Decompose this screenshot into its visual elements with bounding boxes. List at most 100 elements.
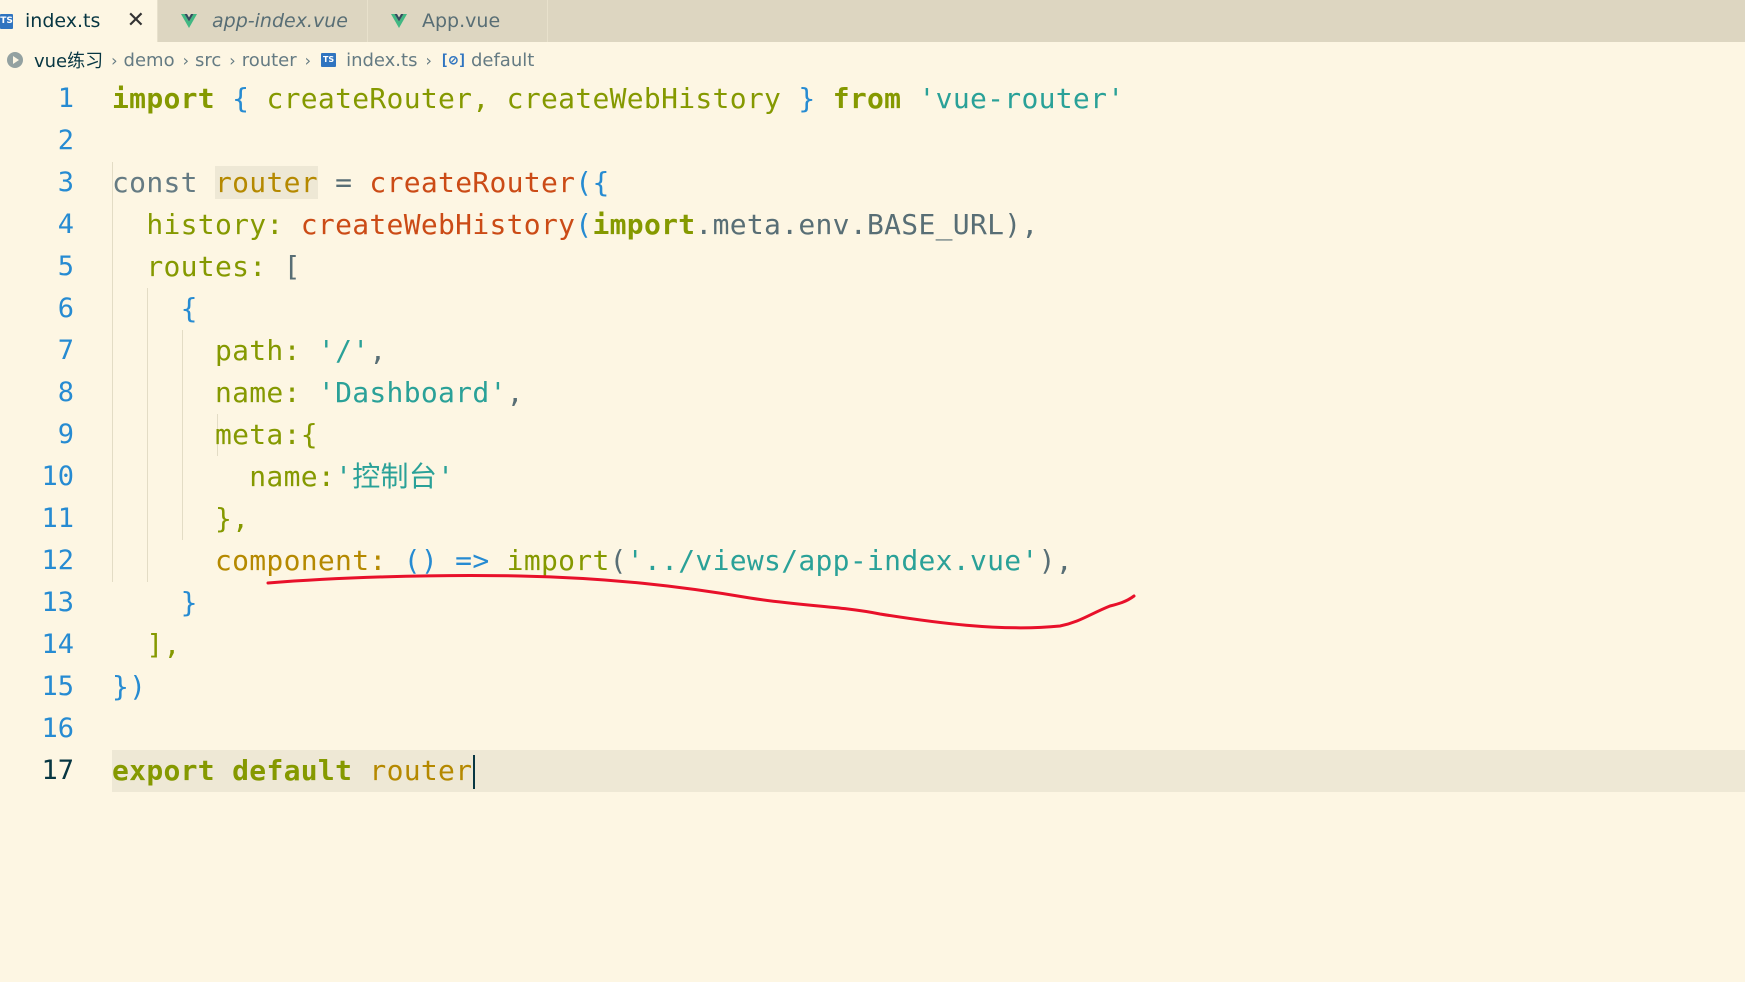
- property: name:: [249, 460, 336, 493]
- punctuation: ,: [506, 376, 524, 409]
- breadcrumb-item-router[interactable]: router: [242, 50, 297, 71]
- brace: ({: [575, 166, 610, 199]
- function-name: createWebHistory: [300, 208, 576, 241]
- symbol-variable-icon: [⊘]: [439, 51, 467, 69]
- identifier: .meta.env.BASE_URL),: [695, 208, 1039, 241]
- property: history:: [146, 208, 284, 241]
- string-literal: 'vue-router': [918, 82, 1125, 115]
- line-number[interactable]: 5: [0, 246, 74, 288]
- tab-label: App.vue: [422, 10, 501, 32]
- brace: }: [180, 586, 198, 619]
- code-line-9[interactable]: 9 meta:{: [0, 414, 1745, 456]
- line-number[interactable]: 2: [0, 120, 74, 162]
- ts-file-icon: TS: [321, 53, 337, 67]
- keyword: import: [506, 544, 610, 577]
- line-number[interactable]: 3: [0, 162, 74, 204]
- code-line-1[interactable]: 1 import { createRouter, createWebHistor…: [0, 78, 1745, 120]
- identifier: createRouter, createWebHistory: [249, 82, 799, 115]
- code-line-5[interactable]: 5 routes: [: [0, 246, 1745, 288]
- tab-label: index.ts: [25, 10, 101, 32]
- brace: }: [798, 82, 816, 115]
- line-number[interactable]: 13: [0, 582, 74, 624]
- line-number[interactable]: 10: [0, 456, 74, 498]
- ts-file-icon: TS: [0, 13, 13, 29]
- brace: }): [112, 670, 147, 703]
- vue-file-icon: [181, 14, 197, 28]
- text-cursor: [473, 755, 476, 789]
- code-line-8[interactable]: 8 name: 'Dashboard',: [0, 372, 1745, 414]
- breadcrumb: vue练习 › demo › src › router › TS index.t…: [0, 42, 1745, 78]
- code-line-11[interactable]: 11 },: [0, 498, 1745, 540]
- line-number[interactable]: 7: [0, 330, 74, 372]
- line-number-current[interactable]: 17: [0, 750, 74, 792]
- chevron-right-icon: ›: [304, 50, 312, 70]
- property: component:: [214, 544, 387, 577]
- code-line-14[interactable]: 14 ],: [0, 624, 1745, 666]
- brace: },: [214, 502, 250, 535]
- keyword: import: [592, 208, 696, 241]
- code-line-16[interactable]: 16: [0, 708, 1745, 750]
- line-number[interactable]: 6: [0, 288, 74, 330]
- breadcrumb-item-symbol[interactable]: default: [471, 50, 534, 71]
- code-editor[interactable]: 1 import { createRouter, createWebHistor…: [0, 78, 1745, 982]
- code-line-7[interactable]: 7 path: '/',: [0, 330, 1745, 372]
- line-number[interactable]: 11: [0, 498, 74, 540]
- code-line-15[interactable]: 15 }): [0, 666, 1745, 708]
- tab-app-vue[interactable]: App.vue: [368, 0, 548, 42]
- tab-app-index-vue[interactable]: app-index.vue: [158, 0, 368, 42]
- brace: {: [180, 292, 198, 325]
- close-icon[interactable]: ✕: [127, 8, 145, 33]
- tab-label: app-index.vue: [212, 10, 348, 32]
- code-line-6[interactable]: 6 {: [0, 288, 1745, 330]
- code-line-12[interactable]: 12 component: () => import('../views/app…: [0, 540, 1745, 582]
- code-line-2[interactable]: 2: [0, 120, 1745, 162]
- code-line-13[interactable]: 13 }: [0, 582, 1745, 624]
- keyword: const: [112, 166, 198, 199]
- chevron-right-icon: ›: [182, 50, 189, 70]
- breadcrumb-item-workspace[interactable]: vue练习: [34, 47, 103, 73]
- line-number[interactable]: 14: [0, 624, 74, 666]
- line-number[interactable]: 8: [0, 372, 74, 414]
- folder-play-icon: [7, 52, 23, 68]
- breadcrumb-item-src[interactable]: src: [195, 50, 221, 71]
- punctuation: ),: [1038, 544, 1073, 577]
- chevron-right-icon: ›: [229, 50, 236, 70]
- line-number[interactable]: 15: [0, 666, 74, 708]
- vue-file-icon: [391, 14, 407, 28]
- punctuation: ,: [369, 334, 387, 367]
- line-number[interactable]: 12: [0, 540, 74, 582]
- bracket: [: [283, 250, 301, 283]
- editor-tab-bar: TS index.ts ✕ app-index.vue App.vue: [0, 0, 1745, 42]
- bracket: ],: [146, 628, 181, 661]
- property: routes:: [146, 250, 267, 283]
- property: meta:{: [214, 418, 318, 451]
- tab-index-ts[interactable]: TS index.ts ✕: [0, 0, 158, 42]
- identifier-highlight: router: [214, 166, 318, 199]
- line-number[interactable]: 4: [0, 204, 74, 246]
- property: name:: [214, 376, 301, 409]
- chevron-right-icon: ›: [111, 50, 118, 70]
- line-number[interactable]: 9: [0, 414, 74, 456]
- breadcrumb-item-demo[interactable]: demo: [124, 50, 175, 71]
- string-literal: '控制台': [335, 460, 455, 493]
- arrow-function: () =>: [403, 544, 490, 577]
- line-number[interactable]: 1: [0, 78, 74, 120]
- code-line-10[interactable]: 10 name:'控制台': [0, 456, 1745, 498]
- string-literal: 'Dashboard': [317, 376, 507, 409]
- keyword: from: [832, 82, 902, 115]
- line-number[interactable]: 16: [0, 708, 74, 750]
- code-line-4[interactable]: 4 history: createWebHistory(import.meta.…: [0, 204, 1745, 246]
- operator: =: [317, 166, 370, 199]
- string-literal: '../views/app-index.vue': [626, 544, 1039, 577]
- string-literal: '/': [317, 334, 370, 367]
- code-line-3[interactable]: 3 const router = createRouter({: [0, 162, 1745, 204]
- identifier: router: [369, 754, 473, 787]
- paren: (: [609, 544, 627, 577]
- keyword: export: [112, 754, 215, 787]
- brace: {: [232, 82, 250, 115]
- keyword: import: [112, 82, 215, 115]
- code-line-17[interactable]: 17 export default router: [0, 750, 1745, 792]
- paren: (: [575, 208, 593, 241]
- keyword: default: [232, 754, 353, 787]
- breadcrumb-item-file[interactable]: index.ts: [346, 50, 417, 71]
